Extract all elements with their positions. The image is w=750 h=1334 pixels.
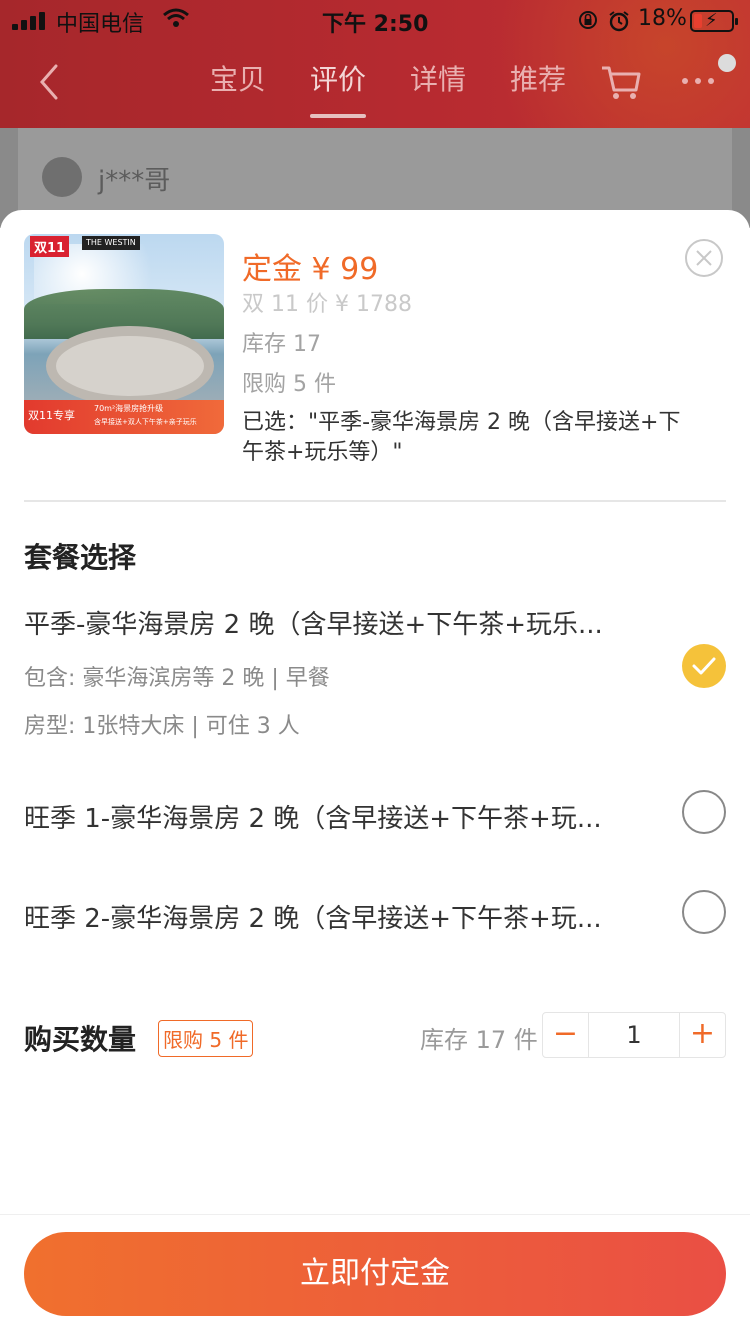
thumbnail-banner-line2: 含早接送+双人下午茶+亲子玩乐	[94, 418, 197, 426]
cart-icon[interactable]	[600, 62, 642, 102]
decrease-button[interactable]: −	[543, 1013, 589, 1057]
wifi-icon	[163, 8, 189, 27]
tab-reviews[interactable]: 评价	[310, 58, 367, 118]
package-option-3[interactable]: 旺季 2-豪华海景房 2 晚（含早接送+下午茶+玩...	[24, 898, 664, 935]
thumbnail-banner: 双11专享 70m²海景房抢升级 含早接送+双人下午茶+亲子玩乐	[24, 400, 224, 434]
package-option-1[interactable]: 平季-豪华海景房 2 晚（含早接送+下午茶+玩乐...	[24, 604, 664, 641]
package-option-1-room-type: 房型: 1张特大床 | 可住 3 人	[24, 714, 300, 739]
quantity-stepper: − 1 +	[542, 1012, 726, 1058]
thumbnail-banner-left: 双11专享	[28, 409, 75, 422]
quantity-title: 购买数量	[24, 1023, 137, 1056]
check-icon[interactable]	[682, 644, 726, 688]
stock-count: 库存 17	[242, 332, 321, 357]
divider	[24, 500, 726, 502]
package-option-2[interactable]: 旺季 1-豪华海景房 2 晚（含早接送+下午茶+玩...	[24, 798, 664, 835]
quantity-limit-badge: 限购 5 件	[158, 1020, 254, 1057]
carrier-name: 中国电信	[56, 12, 145, 37]
package-option-1-includes: 包含: 豪华海滨房等 2 晚 | 早餐	[24, 666, 330, 691]
radio-unchecked-icon[interactable]	[682, 790, 726, 834]
selected-summary: 已选："平季-豪华海景房 2 晚（含早接送+下午茶+玩乐等）"	[242, 410, 681, 465]
deposit-price: 定金 ¥ 99	[242, 252, 379, 287]
quantity-value[interactable]: 1	[589, 1013, 679, 1057]
status-time: 下午 2:50	[322, 12, 429, 37]
battery-icon: ⚡	[690, 10, 738, 32]
top-navigation-bar: 中国电信 下午 2:50 18% ⚡ 宝贝 评价 详情 推荐	[0, 0, 750, 128]
notification-dot	[718, 54, 736, 72]
thumbnail-banner-line1: 70m²海景房抢升级	[94, 404, 164, 413]
back-arrow-icon[interactable]	[30, 60, 70, 104]
tab-baobei[interactable]: 宝贝	[210, 58, 266, 98]
header-tabs: 宝贝 评价 详情 推荐	[210, 58, 566, 118]
thumbnail-tag: 双11	[30, 236, 70, 257]
package-section-title: 套餐选择	[24, 541, 137, 574]
alarm-icon	[609, 11, 629, 32]
thumbnail-brand: THE WESTIN	[82, 236, 140, 250]
rotation-lock-icon	[579, 11, 597, 29]
tab-details[interactable]: 详情	[410, 58, 466, 98]
close-icon[interactable]	[684, 238, 724, 278]
more-icon[interactable]	[682, 78, 714, 84]
status-bar: 中国电信 下午 2:50 18% ⚡	[0, 0, 750, 40]
product-thumbnail: 双11 THE WESTIN 双11专享 70m²海景房抢升级 含早接送+双人下…	[24, 234, 224, 434]
sku-selector-sheet: 双11 THE WESTIN 双11专享 70m²海景房抢升级 含早接送+双人下…	[0, 210, 750, 1334]
avatar	[42, 157, 82, 197]
increase-button[interactable]: +	[679, 1013, 725, 1057]
radio-unchecked-icon[interactable]	[682, 890, 726, 934]
quantity-stock: 库存 17 件	[420, 1026, 538, 1054]
pay-deposit-button[interactable]: 立即付定金	[24, 1232, 726, 1316]
tab-recommend[interactable]: 推荐	[510, 58, 566, 98]
footer-divider	[0, 1214, 750, 1215]
review-user-name: j***哥	[98, 166, 171, 196]
purchase-limit: 限购 5 件	[242, 372, 336, 397]
battery-percent: 18%	[638, 6, 687, 31]
signal-icon	[12, 12, 45, 30]
promo-price: 双 11 价 ¥ 1788	[242, 292, 412, 317]
